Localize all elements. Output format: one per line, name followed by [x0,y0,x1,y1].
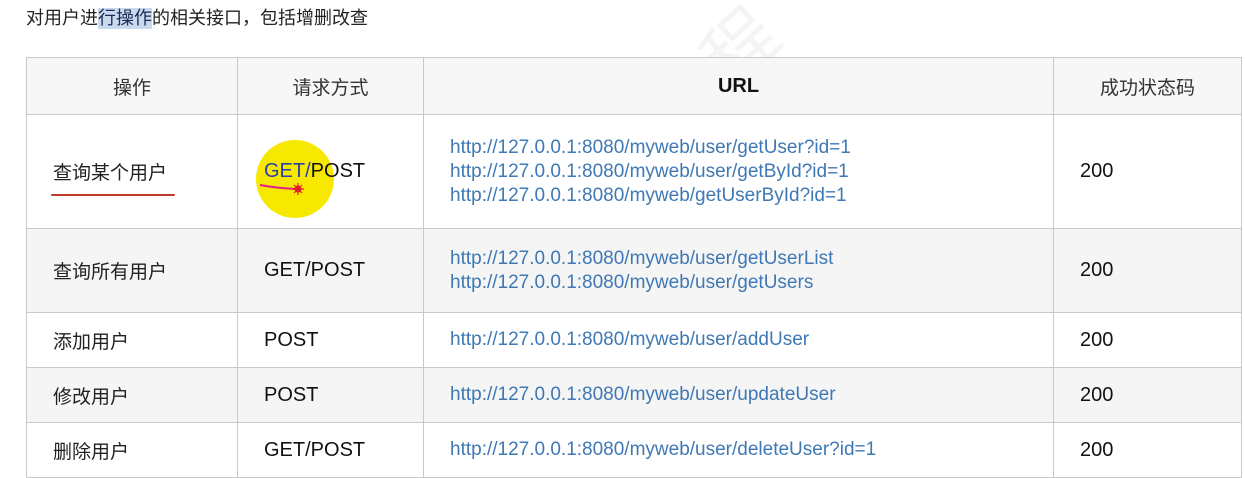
url-link[interactable]: http://127.0.0.1:8080/myweb/user/deleteU… [450,438,1053,462]
status-code: 200 [1080,438,1114,461]
annotation-underline [51,194,176,196]
operation-label: 查询所有用户 [53,261,168,283]
status-cell: 200 [1053,312,1242,368]
operation-cell: 修改用户 [26,367,238,423]
status-code: 200 [1080,160,1114,182]
header-operation: 操作 [26,57,238,115]
method-label: POST [264,383,319,406]
method-post-text: POST [310,160,366,182]
status-cell: 200 [1053,367,1242,423]
intro-text: 对用户进行操作的相关接口，包括增删改查 [26,6,368,32]
method-cell: POST [237,367,424,423]
status-code: 200 [1080,259,1114,281]
header-url: URL [423,57,1054,115]
method-cell: GET/POST [237,114,424,229]
intro-after: 的相关接口，包括增删改查 [152,8,368,29]
operation-cell: 查询所有用户 [26,228,238,313]
status-cell: 200 [1053,228,1242,313]
table-row: 查询某个用户 GET/POST http://127.0.0.1:8080/my… [26,114,1242,229]
header-method: 请求方式 [237,57,424,115]
method-text: GET/POST [264,160,365,182]
url-cell: http://127.0.0.1:8080/myweb/user/getUser… [423,228,1054,313]
operation-text: 查询某个用户 [53,162,168,184]
status-cell: 200 [1053,114,1242,229]
url-link[interactable]: http://127.0.0.1:8080/myweb/getUserById?… [450,184,1053,208]
method-label: POST [264,328,319,351]
table-row: 添加用户 POST http://127.0.0.1:8080/myweb/us… [26,312,1242,368]
method-cell: GET/POST [237,228,424,313]
api-table: 操作 请求方式 URL 成功状态码 查询某个用户 GET/POST http:/… [26,57,1242,478]
method-get-text: GET/ [264,160,311,182]
operation-cell: 添加用户 [26,312,238,368]
url-link[interactable]: http://127.0.0.1:8080/myweb/user/updateU… [450,383,1053,407]
method-cell: POST [237,312,424,368]
status-code: 200 [1080,383,1114,406]
url-link[interactable]: http://127.0.0.1:8080/myweb/user/getUser… [450,247,1053,271]
operation-label: 查询某个用户 [51,158,176,196]
url-cell: http://127.0.0.1:8080/myweb/user/getUser… [423,114,1054,229]
url-link[interactable]: http://127.0.0.1:8080/myweb/user/getById… [450,160,1053,184]
header-status: 成功状态码 [1053,57,1242,115]
intro-before: 对用户进 [26,8,98,29]
operation-label: 修改用户 [53,385,130,408]
status-code: 200 [1080,328,1114,351]
table-header-row: 操作 请求方式 URL 成功状态码 [26,57,1242,115]
table-row: 删除用户 GET/POST http://127.0.0.1:8080/mywe… [26,422,1242,478]
operation-cell: 删除用户 [26,422,238,478]
method-label: GET/POST [264,259,366,281]
pen-cursor-icon [259,183,304,195]
url-cell: http://127.0.0.1:8080/myweb/user/deleteU… [423,422,1054,478]
method-cell: GET/POST [237,422,424,478]
operation-label: 添加用户 [53,330,130,353]
operation-cell: 查询某个用户 [26,114,238,229]
status-cell: 200 [1053,422,1242,478]
url-cell: http://127.0.0.1:8080/myweb/user/addUser [423,312,1054,368]
url-link[interactable]: http://127.0.0.1:8080/myweb/user/getUser… [450,271,1053,295]
intro-selection[interactable]: 行操作 [98,8,152,29]
table-row: 查询所有用户 GET/POST http://127.0.0.1:8080/my… [26,228,1242,313]
operation-label: 删除用户 [53,440,130,463]
url-cell: http://127.0.0.1:8080/myweb/user/updateU… [423,367,1054,423]
method-label: GET/POST [256,140,365,218]
table-row: 修改用户 POST http://127.0.0.1:8080/myweb/us… [26,367,1242,423]
url-link[interactable]: http://127.0.0.1:8080/myweb/user/addUser [450,328,1053,352]
method-label: GET/POST [264,438,366,461]
url-link[interactable]: http://127.0.0.1:8080/myweb/user/getUser… [450,136,1053,160]
